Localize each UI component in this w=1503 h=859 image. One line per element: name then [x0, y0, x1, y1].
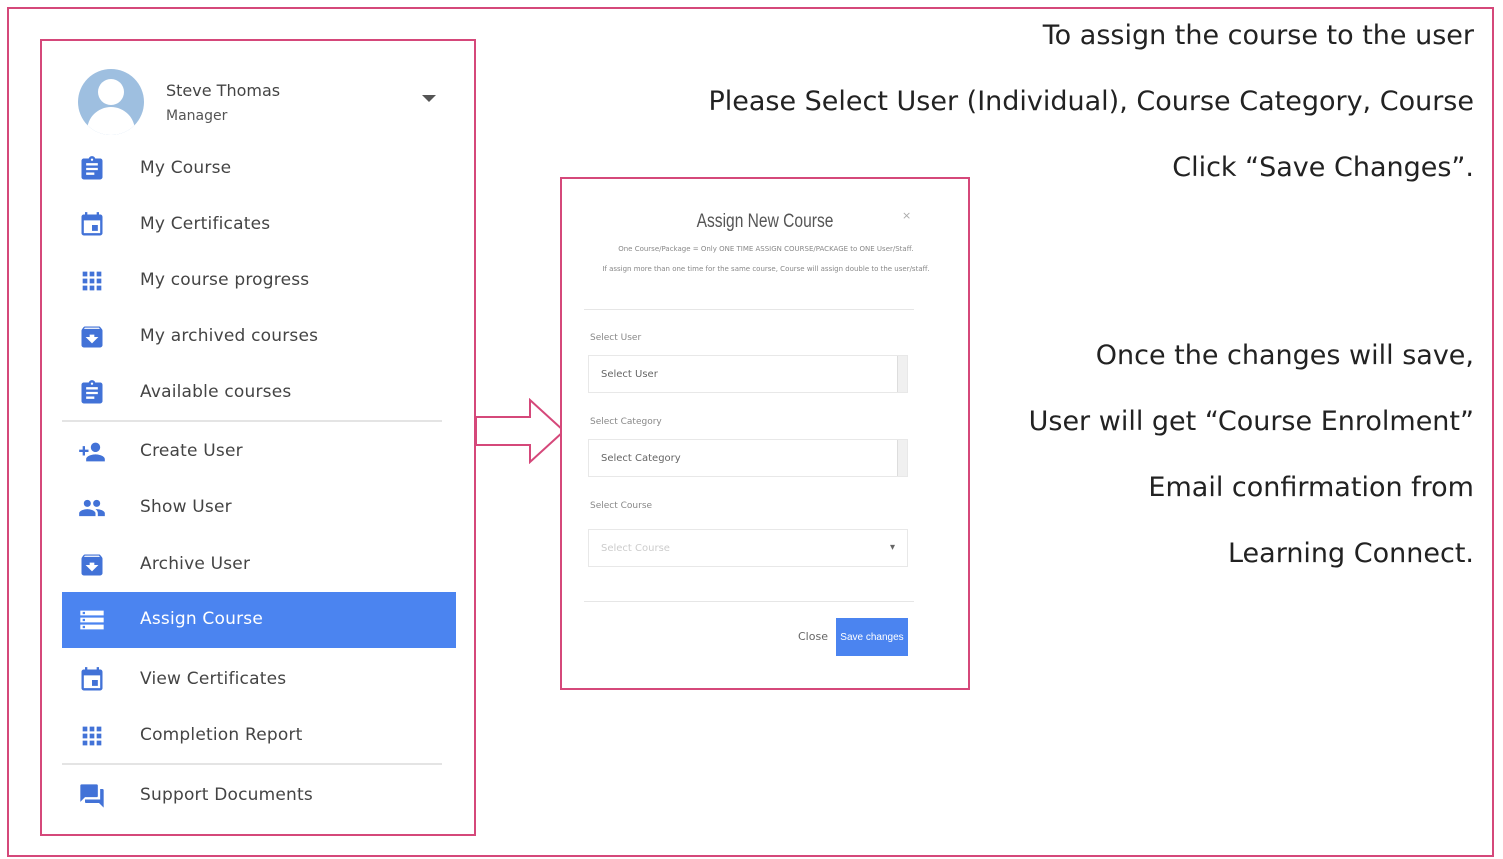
- sidebar-item-assign-course[interactable]: Assign Course: [62, 592, 456, 648]
- scrollbar[interactable]: [897, 440, 907, 476]
- sidebar-item-label: Create User: [140, 441, 243, 461]
- chevron-down-icon: ▾: [889, 542, 895, 553]
- sidebar-item-label: View Certificates: [140, 669, 287, 689]
- sidebar-item-label: My Course: [140, 158, 232, 178]
- sidebar-item-my-archived-courses[interactable]: My archived courses: [62, 309, 456, 365]
- instruction-line: Click “Save Changes”.: [1172, 152, 1474, 183]
- sidebar-item-support-documents[interactable]: Support Documents: [62, 768, 456, 824]
- sidebar-item-label: Available courses: [140, 382, 292, 402]
- select-user-field[interactable]: Select User: [588, 355, 908, 393]
- storage-icon: [78, 606, 106, 634]
- grid-icon: [78, 722, 106, 750]
- close-icon[interactable]: ×: [902, 209, 911, 222]
- calendar-icon: [78, 211, 106, 239]
- divider: [584, 601, 914, 602]
- archive-icon: [78, 323, 106, 351]
- scrollbar[interactable]: [897, 356, 907, 392]
- dialog-note: One Course/Package = Only ONE TIME ASSIG…: [618, 245, 914, 253]
- sidebar-item-label: Archive User: [140, 554, 251, 574]
- avatar: [78, 69, 144, 135]
- select-course-value: Select Course: [601, 543, 670, 554]
- assign-course-dialog: Assign New Course × One Course/Package =…: [560, 177, 970, 690]
- sidebar-item-label: My archived courses: [140, 326, 319, 346]
- close-button[interactable]: Close: [798, 630, 828, 643]
- sidebar-item-my-course[interactable]: My Course: [62, 141, 456, 197]
- instruction-line: To assign the course to the user: [1042, 20, 1474, 51]
- sidebar-item-my-certificates[interactable]: My Certificates: [62, 197, 456, 253]
- sidebar-item-label: Support Documents: [140, 785, 313, 805]
- sidebar-item-label: Completion Report: [140, 725, 303, 745]
- sidebar-item-show-user[interactable]: Show User: [62, 480, 456, 536]
- dialog-note: If assign more than one time for the sam…: [602, 265, 930, 273]
- profile-name: Steve Thomas: [166, 81, 281, 100]
- select-category-label: Select Category: [590, 417, 662, 427]
- save-changes-button[interactable]: Save changes: [836, 618, 908, 656]
- instruction-line: User will get “Course Enrolment”: [1028, 406, 1474, 437]
- sidebar-item-label: Assign Course: [140, 609, 263, 629]
- sidebar-item-available-courses[interactable]: Available courses: [62, 365, 456, 421]
- sidebar-item-label: My Certificates: [140, 214, 271, 234]
- sidebar-item-label: Show User: [140, 497, 232, 517]
- divider: [62, 763, 442, 765]
- instruction-line: Please Select User (Individual), Course …: [708, 86, 1474, 117]
- select-category-value: Select Category: [601, 453, 681, 464]
- divider: [62, 420, 442, 422]
- grid-icon: [78, 267, 106, 295]
- sidebar: Steve Thomas Manager My Course My Certif…: [40, 39, 476, 836]
- clipboard-icon: [78, 379, 106, 407]
- select-course-label: Select Course: [590, 501, 653, 511]
- instruction-line: Email confirmation from: [1148, 472, 1474, 503]
- people-icon: [78, 494, 106, 522]
- select-user-value: Select User: [601, 369, 658, 380]
- sidebar-item-label: My course progress: [140, 270, 310, 290]
- select-category-field[interactable]: Select Category: [588, 439, 908, 477]
- instruction-line: Learning Connect.: [1227, 538, 1474, 569]
- instruction-line: Once the changes will save,: [1095, 340, 1474, 371]
- arrow-right-icon: [475, 398, 566, 464]
- profile-role: Manager: [166, 108, 228, 124]
- chat-icon: [78, 782, 106, 810]
- sidebar-item-view-certificates[interactable]: View Certificates: [62, 652, 456, 708]
- divider: [584, 309, 914, 310]
- select-user-label: Select User: [590, 333, 642, 343]
- archive-icon: [78, 551, 106, 579]
- person-add-icon: [78, 438, 106, 466]
- user-profile[interactable]: Steve Thomas Manager: [78, 67, 458, 137]
- select-course-field[interactable]: Select Course ▾: [588, 529, 908, 567]
- dialog-title: Assign New Course: [696, 211, 834, 232]
- sidebar-item-my-course-progress[interactable]: My course progress: [62, 253, 456, 309]
- sidebar-item-archive-user[interactable]: Archive User: [62, 537, 456, 593]
- clipboard-icon: [78, 155, 106, 183]
- chevron-down-icon[interactable]: [422, 95, 436, 102]
- sidebar-item-completion-report[interactable]: Completion Report: [62, 708, 456, 764]
- calendar-icon: [78, 666, 106, 694]
- sidebar-item-create-user[interactable]: Create User: [62, 424, 456, 480]
